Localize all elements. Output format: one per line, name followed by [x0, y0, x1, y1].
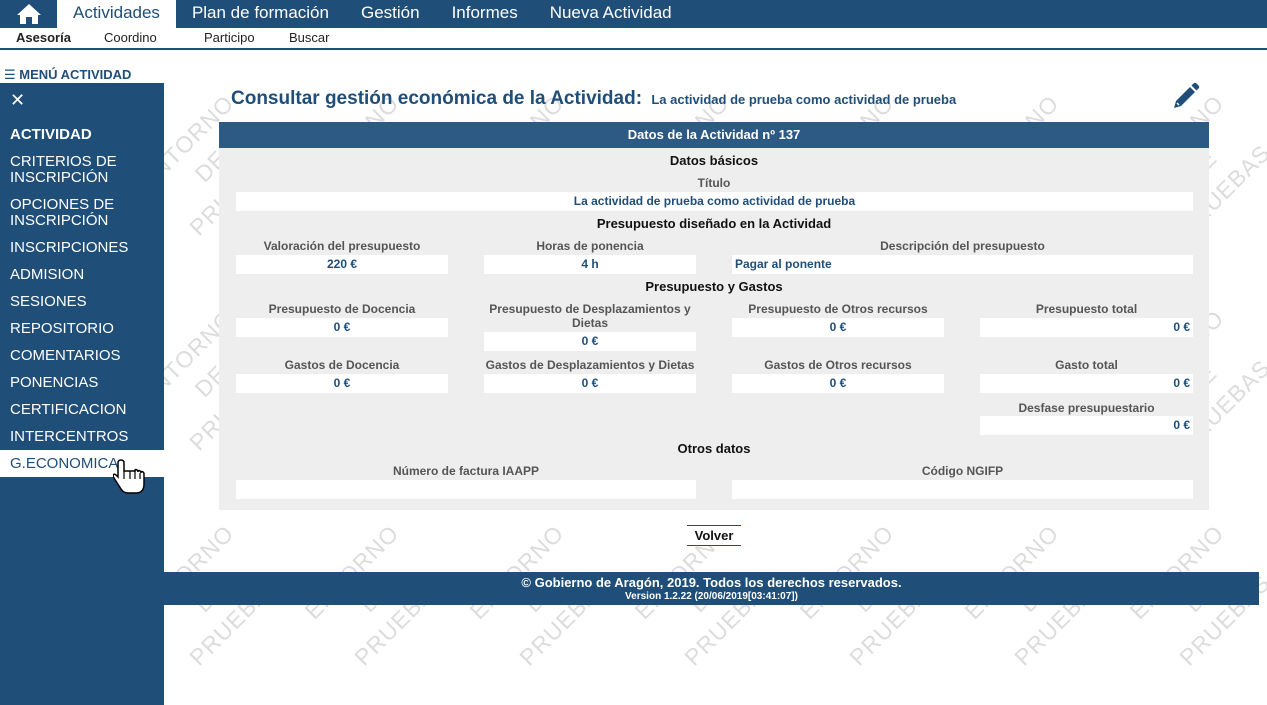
horas-field: 4 h — [484, 255, 696, 274]
titulo-field: La actividad de prueba como actividad de… — [236, 192, 1193, 211]
valoracion-label: Valoración del presupuesto — [263, 239, 421, 253]
sidebar-item-repositorio[interactable]: REPOSITORIO — [10, 321, 160, 337]
ngifp-label: Código NGIFP — [921, 464, 1004, 478]
page-subtitle: La actividad de prueba como actividad de… — [651, 92, 957, 107]
gas-total-label: Gasto total — [1055, 358, 1118, 372]
factura-label: Número de factura IAAPP — [392, 464, 540, 478]
gas-docencia-field: 0 € — [236, 374, 448, 393]
pres-otros-field: 0 € — [732, 318, 944, 337]
pres-docencia-label: Presupuesto de Docencia — [268, 302, 416, 316]
nav-nueva-actividad[interactable]: Nueva Actividad — [534, 0, 688, 28]
desfase-field: 0 € — [980, 416, 1193, 435]
nav-actividades[interactable]: Actividades — [57, 0, 176, 28]
activity-data-panel: Datos de la Actividad nº 137 Datos básic… — [219, 122, 1209, 510]
sidebar-item-actividad[interactable]: ACTIVIDAD — [10, 127, 160, 143]
desfase-label: Desfase presupuestario — [1018, 401, 1155, 415]
main-content: Consultar gestión económica de la Activi… — [164, 50, 1267, 705]
subnav-asesoria[interactable]: Asesoría — [0, 28, 88, 48]
sidebar-item-opciones[interactable]: OPCIONES DE INSCRIPCIÓN — [10, 197, 160, 229]
gas-desplaz-field: 0 € — [484, 374, 696, 393]
sidebar-item-inscripciones[interactable]: INSCRIPCIONES — [10, 240, 160, 256]
sub-nav: Asesoría Coordino Participo Buscar — [0, 28, 1267, 50]
titulo-label: Título — [697, 176, 731, 190]
pres-docencia-field: 0 € — [236, 318, 448, 337]
nav-gestion[interactable]: Gestión — [345, 0, 436, 28]
pres-desplaz-field: 0 € — [484, 332, 696, 351]
footer: © Gobierno de Aragón, 2019. Todos los de… — [164, 572, 1259, 605]
section-otros-datos: Otros datos — [677, 441, 751, 456]
sidebar-item-ponencias[interactable]: PONENCIAS — [10, 375, 160, 391]
top-nav: Actividades Plan de formación Gestión In… — [0, 0, 1267, 28]
section-presupuesto-gastos: Presupuesto y Gastos — [645, 279, 783, 294]
sidebar-item-sesiones[interactable]: SESIONES — [10, 294, 160, 310]
descripcion-field: Pagar al ponente — [732, 255, 1193, 274]
page-title: Consultar gestión económica de la Activi… — [231, 88, 956, 110]
home-button[interactable] — [0, 0, 57, 28]
valoracion-field: 220 € — [236, 255, 448, 274]
subnav-coordino[interactable]: Coordino — [88, 28, 188, 48]
sidebar-item-criterios[interactable]: CRITERIOS DE INSCRIPCIÓN — [10, 154, 160, 186]
gas-total-field: 0 € — [980, 374, 1193, 393]
subnav-buscar[interactable]: Buscar — [273, 28, 345, 48]
horas-label: Horas de ponencia — [536, 239, 644, 253]
gas-otros-field: 0 € — [732, 374, 944, 393]
pres-otros-label: Presupuesto de Otros recursos — [748, 302, 928, 316]
nav-informes[interactable]: Informes — [436, 0, 534, 28]
gas-otros-label: Gastos de Otros recursos — [764, 358, 912, 372]
hand-cursor-icon — [113, 459, 145, 494]
sidebar-item-admision[interactable]: ADMISION — [10, 267, 160, 283]
section-presupuesto-disenado: Presupuesto diseñado en la Actividad — [596, 216, 832, 231]
nav-plan-formacion[interactable]: Plan de formación — [176, 0, 345, 28]
descripcion-label: Descripción del presupuesto — [880, 239, 1045, 253]
sidebar-item-intercentros[interactable]: INTERCENTROS — [10, 429, 160, 445]
sidebar-item-certificacion[interactable]: CERTIFICACION — [10, 402, 160, 418]
pres-total-field: 0 € — [980, 318, 1193, 337]
edit-pencil-icon[interactable] — [1170, 82, 1200, 112]
home-icon — [16, 4, 41, 24]
panel-header: Datos de la Actividad nº 137 — [219, 122, 1209, 148]
footer-copyright: © Gobierno de Aragón, 2019. Todos los de… — [521, 575, 902, 590]
subnav-participo[interactable]: Participo — [188, 28, 273, 48]
pres-total-label: Presupuesto total — [1035, 302, 1138, 316]
menu-actividad-toggle[interactable]: ☰ MENÚ ACTIVIDAD — [4, 67, 131, 83]
gas-docencia-label: Gastos de Docencia — [284, 358, 400, 372]
sidebar-item-comentarios[interactable]: COMENTARIOS — [10, 348, 160, 364]
section-datos-basicos: Datos básicos — [669, 153, 759, 168]
page-title-text: Consultar gestión económica de la Activi… — [231, 88, 643, 109]
ngifp-field — [732, 480, 1193, 499]
factura-field — [236, 480, 696, 499]
gas-desplaz-label: Gastos de Desplazamientos y Dietas — [485, 358, 695, 372]
pres-desplaz-label: Presupuesto de Desplazamientos y Dietas — [489, 302, 691, 330]
close-icon[interactable]: ✕ — [10, 91, 25, 109]
sidebar: ✕ ACTIVIDAD CRITERIOS DE INSCRIPCIÓN OPC… — [0, 83, 164, 705]
footer-version: Version 1.2.22 (20/06/2019[03:41:07]) — [625, 591, 798, 602]
volver-button[interactable]: Volver — [687, 525, 741, 546]
